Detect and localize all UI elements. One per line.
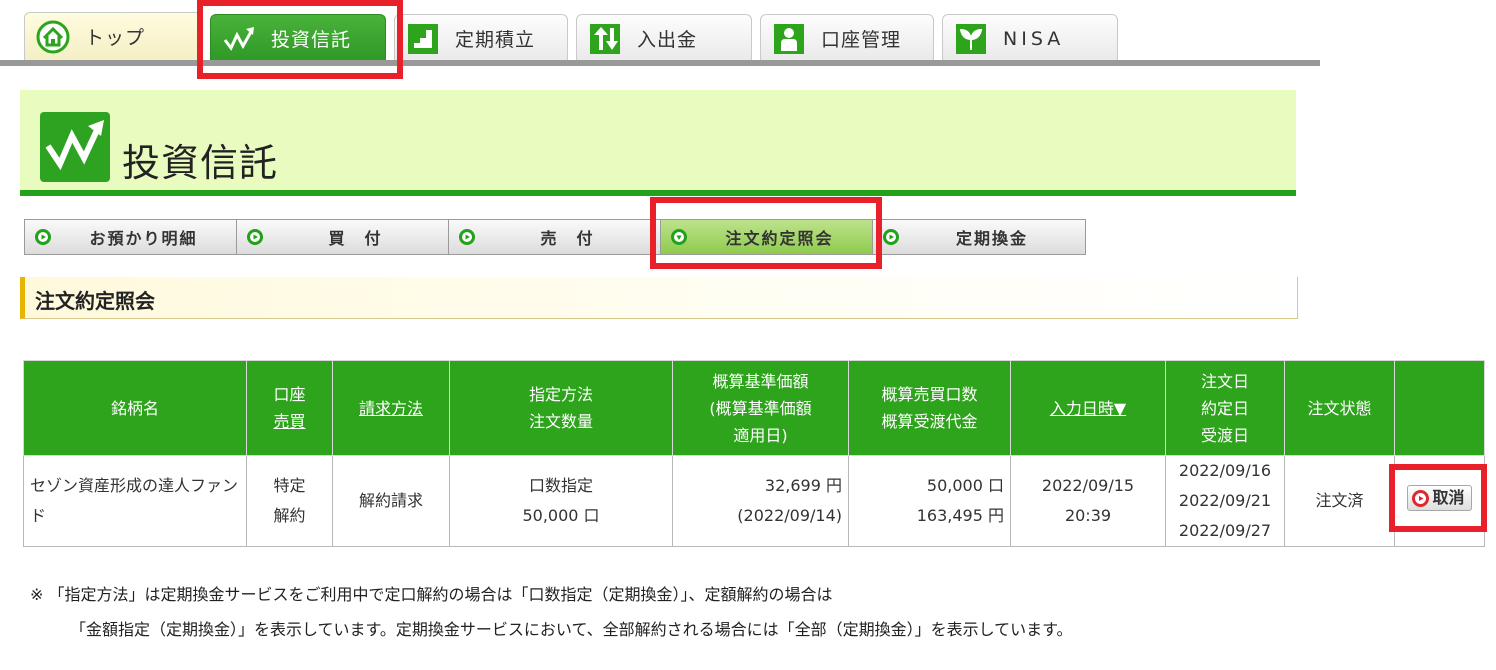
trend-icon bbox=[40, 112, 110, 182]
play-circle-icon bbox=[247, 229, 263, 245]
play-circle-icon bbox=[883, 229, 899, 245]
cell-request-method: 解約請求 bbox=[332, 455, 450, 547]
header-request-method: 請求方法 bbox=[332, 360, 450, 456]
tab-label: トップ bbox=[85, 27, 146, 49]
banner-divider bbox=[20, 190, 1296, 196]
header-designation-quantity: 指定方法 注文数量 bbox=[449, 360, 673, 456]
tab-label: 入出金 bbox=[637, 29, 698, 51]
subnav-label: 売 付 bbox=[540, 229, 595, 248]
header-dates: 注文日 約定日 受渡日 bbox=[1165, 360, 1285, 456]
header-fund-name: 銘柄名 bbox=[23, 360, 247, 456]
header-units-amount: 概算売買口数 概算受渡代金 bbox=[848, 360, 1011, 456]
sort-link-trade[interactable]: 売買 bbox=[273, 412, 305, 431]
tab-label: 定期積立 bbox=[455, 29, 536, 51]
cell-nav-price: 32,699 円 (2022/09/14) bbox=[672, 455, 849, 547]
page-title: 投資信託 bbox=[122, 141, 279, 185]
subnav-regular-redemption[interactable]: 定期換金 bbox=[873, 220, 1085, 254]
sub-navigation: お預かり明細 買 付 売 付 注文約定照会 定期換金 bbox=[24, 219, 1086, 255]
subnav-sell[interactable]: 売 付 bbox=[449, 220, 661, 254]
sprout-icon bbox=[953, 21, 989, 57]
cancel-button[interactable]: 取消 bbox=[1407, 485, 1472, 512]
tab-regular-investment[interactable]: 定期積立 bbox=[394, 14, 568, 62]
note-line-2: 「金額指定（定期換金）」を表示しています。定期換金サービスにおいて、全部解約され… bbox=[70, 620, 1073, 639]
section-heading: 注文約定照会 bbox=[20, 277, 1298, 319]
chevron-down-circle-icon bbox=[671, 229, 687, 245]
subnav-label: 買 付 bbox=[328, 229, 383, 248]
top-tab-divider bbox=[0, 60, 1320, 66]
cell-units-amount: 50,000 口 163,495 円 bbox=[848, 455, 1011, 547]
cell-designation-quantity: 口数指定 50,000 口 bbox=[449, 455, 673, 547]
person-icon bbox=[771, 21, 807, 57]
subnav-label: お預かり明細 bbox=[89, 229, 198, 248]
table-row: セゾン資産形成の達人ファンド 特定 解約 解約請求 口数指定 50,000 口 32… bbox=[23, 455, 1485, 547]
home-icon bbox=[35, 19, 71, 55]
tab-label: 投資信託 bbox=[271, 29, 352, 51]
tab-deposit-withdrawal[interactable]: 入出金 bbox=[576, 14, 752, 62]
cell-fund-name: セゾン資産形成の達人ファンド bbox=[23, 455, 247, 547]
tab-nisa[interactable]: NISA bbox=[942, 14, 1118, 62]
tab-top[interactable]: トップ bbox=[24, 12, 202, 60]
tab-investment-trust[interactable]: 投資信託 bbox=[210, 14, 386, 62]
subnav-holdings[interactable]: お預かり明細 bbox=[25, 220, 237, 254]
subnav-label: 注文約定照会 bbox=[725, 229, 834, 248]
cell-input-datetime: 2022/09/15 20:39 bbox=[1010, 455, 1166, 547]
order-table: 銘柄名 口座 売買 請求方法 指定方法 注文数量 概算基準価額 (概算基準価額 適用日)… bbox=[23, 360, 1485, 547]
cancel-button-label: 取消 bbox=[1432, 488, 1465, 508]
header-account-trade: 口座 売買 bbox=[246, 360, 333, 456]
transfer-arrows-icon bbox=[587, 21, 623, 57]
cell-account-trade: 特定 解約 bbox=[246, 455, 333, 547]
cell-dates: 2022/09/16 2022/09/21 2022/09/27 bbox=[1165, 455, 1285, 547]
play-circle-icon bbox=[459, 229, 475, 245]
steps-icon bbox=[405, 21, 441, 57]
tab-label: 口座管理 bbox=[821, 29, 902, 51]
subnav-label: 定期換金 bbox=[955, 229, 1028, 248]
play-circle-icon bbox=[1412, 489, 1430, 507]
header-status: 注文状態 bbox=[1284, 360, 1395, 456]
tab-account-management[interactable]: 口座管理 bbox=[760, 14, 934, 62]
sort-link-input-datetime[interactable]: 入力日時▼ bbox=[1050, 399, 1126, 418]
cell-status: 注文済 bbox=[1284, 455, 1395, 547]
subnav-buy[interactable]: 買 付 bbox=[237, 220, 449, 254]
trend-icon bbox=[221, 21, 257, 57]
table-header-row: 銘柄名 口座 売買 請求方法 指定方法 注文数量 概算基準価額 (概算基準価額 適用日)… bbox=[23, 360, 1485, 456]
sort-link-request-method[interactable]: 請求方法 bbox=[359, 399, 423, 418]
play-circle-icon bbox=[35, 229, 51, 245]
section-title: 注文約定照会 bbox=[35, 289, 155, 313]
header-input-datetime: 入力日時▼ bbox=[1010, 360, 1166, 456]
note-line-1: ※ 「指定方法」は定期換金サービスをご利用中で定口解約の場合は「口数指定（定期換… bbox=[30, 585, 833, 604]
tab-label: NISA bbox=[1003, 27, 1065, 50]
cell-action: 取消 bbox=[1394, 455, 1485, 547]
subnav-order-inquiry[interactable]: 注文約定照会 bbox=[661, 220, 873, 254]
header-action bbox=[1394, 360, 1485, 456]
header-nav-price: 概算基準価額 (概算基準価額 適用日) bbox=[672, 360, 849, 456]
